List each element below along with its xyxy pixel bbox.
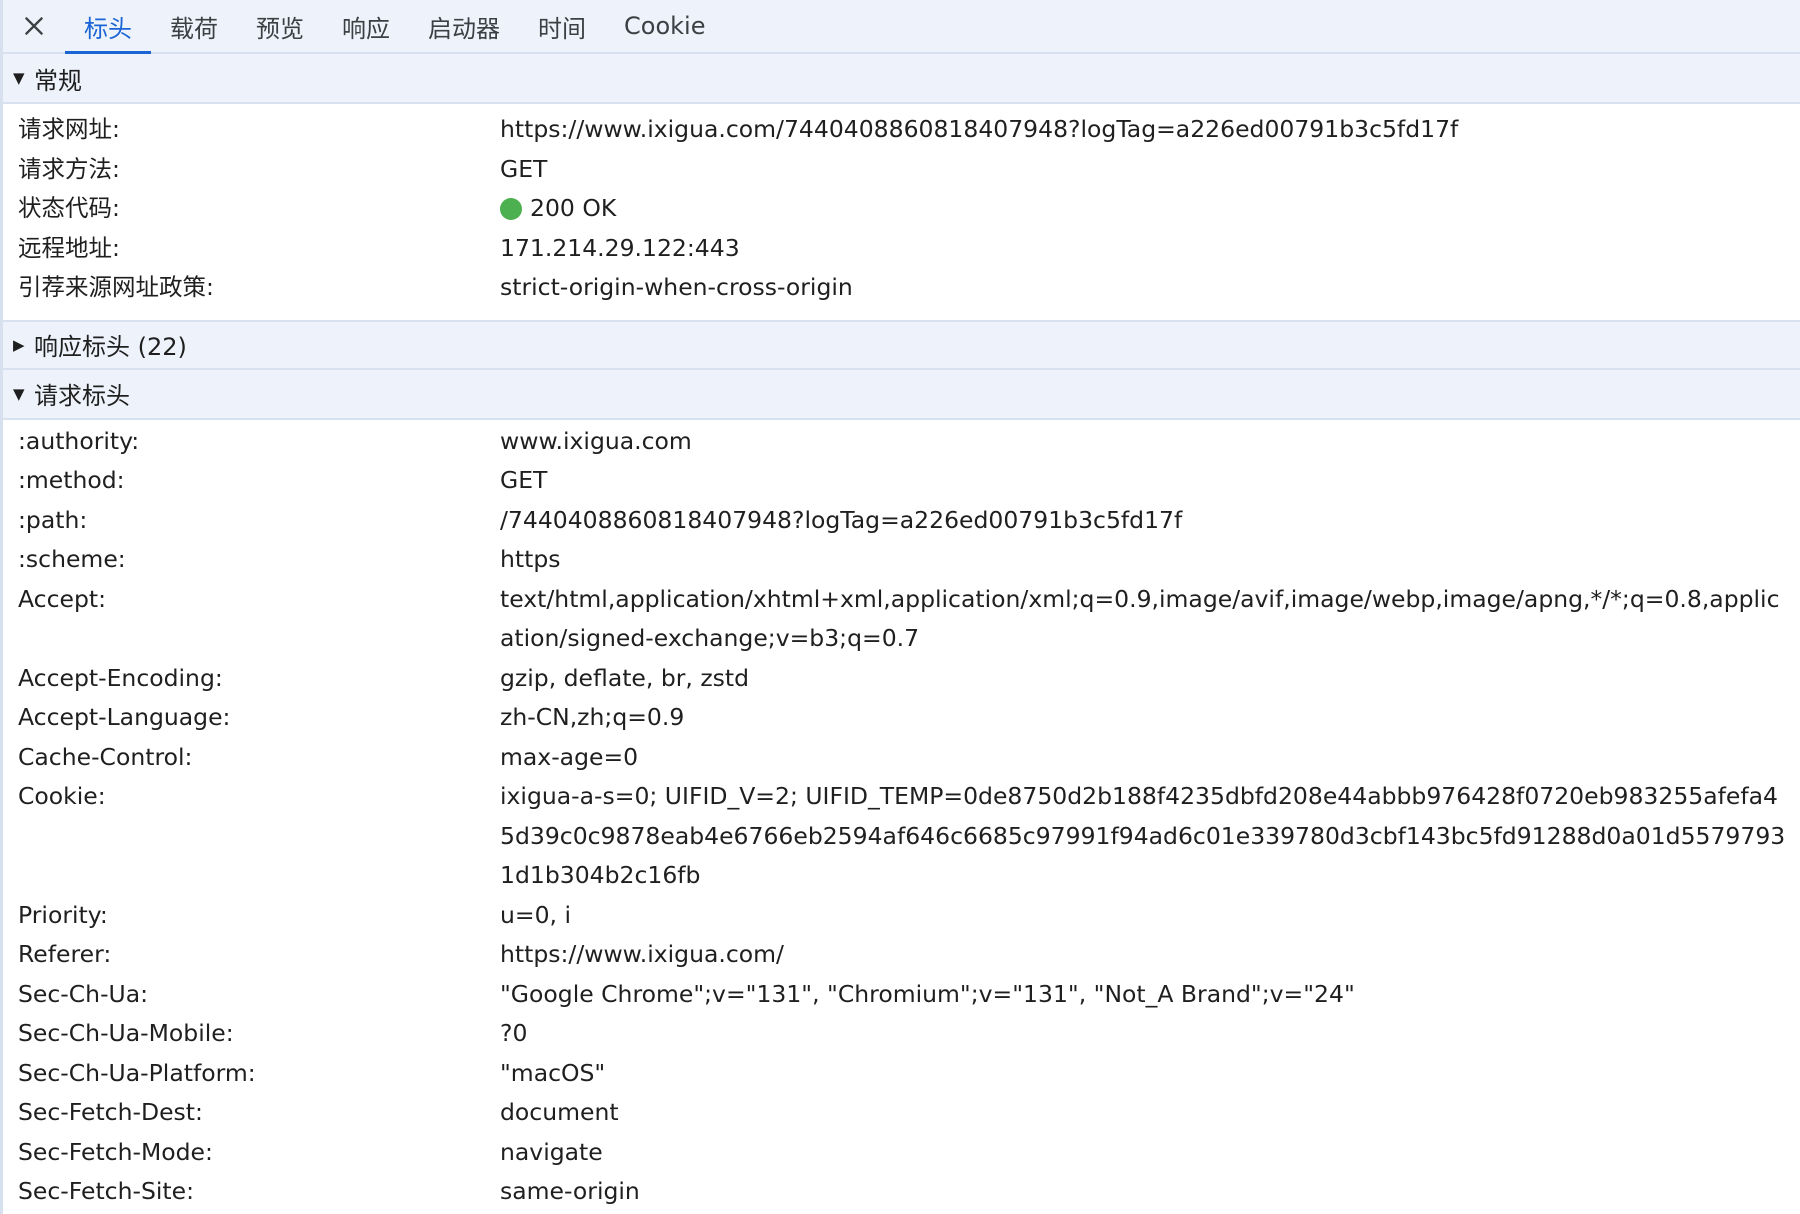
row-value: document (500, 1098, 619, 1126)
request-headers-body: :authority: www.ixigua.com :method: GET :p… (3, 420, 1800, 1214)
tab-response[interactable]: 响应 (323, 0, 409, 52)
tab-cookie[interactable]: Cookie (605, 0, 724, 52)
tab-initiator[interactable]: 启动器 (409, 0, 519, 52)
header-row: Cookie: ixigua-a-s=0; UIFID_V=2; UIFID_TE… (3, 777, 1800, 896)
header-row: Referer: https://www.ixigua.com/ (3, 935, 1800, 975)
header-row: Sec-Ch-Ua-Platform: "macOS" (3, 1054, 1800, 1094)
general-row-request-method: 请求方法: GET (3, 150, 1800, 190)
row-value: GET (500, 466, 548, 494)
row-value: https (500, 545, 561, 573)
row-key: 远程地址: (18, 233, 120, 262)
section-title: 请求标头 (34, 382, 130, 410)
row-value: same-origin (500, 1177, 640, 1205)
row-key: Sec-Ch-Ua-Mobile: (18, 1019, 234, 1047)
row-value: strict-origin-when-cross-origin (500, 273, 853, 301)
header-row: Cache-Control: max-age=0 (3, 738, 1800, 778)
section-title: 常规 (34, 66, 82, 95)
row-key: Accept-Language: (18, 703, 231, 731)
header-row: Accept-Encoding: gzip, deflate, br, zstd (3, 659, 1800, 699)
tab-timing[interactable]: 时间 (519, 0, 605, 52)
header-row: :scheme: https (3, 540, 1800, 580)
tab-headers[interactable]: 标头 (65, 0, 151, 54)
row-value: max-age=0 (500, 742, 639, 771)
section-header-response-headers[interactable]: ▶ 响应标头 (22) (3, 319, 1800, 370)
row-key: Cache-Control: (18, 742, 193, 771)
header-row: Priority: u=0, i (3, 896, 1800, 936)
status-ok-icon (500, 198, 522, 220)
row-value: zh-CN,zh;q=0.9 (500, 703, 685, 731)
general-row-request-url: 请求网址: https://www.ixigua.com/74404088608… (3, 110, 1800, 150)
row-key: Accept-Encoding: (18, 663, 223, 692)
close-button[interactable] (3, 0, 65, 52)
row-key: 请求网址: (18, 115, 120, 143)
row-key: :method: (18, 466, 125, 494)
expanded-triangle-icon: ▼ (13, 69, 25, 87)
row-value: ixigua-a-s=0; UIFID_V=2; UIFID_TEMP=0de8… (500, 782, 1786, 889)
row-value: "macOS" (500, 1058, 606, 1087)
row-key: 请求方法: (18, 154, 120, 183)
header-row: :path: /7440408860818407948?logTag=a226ed… (3, 501, 1800, 541)
row-key: Sec-Ch-Ua-Platform: (18, 1058, 256, 1087)
row-key: Accept: (18, 584, 107, 613)
close-icon (25, 17, 43, 35)
row-value: ?0 (500, 1019, 528, 1047)
row-key: Priority: (18, 900, 108, 929)
row-value: /7440408860818407948?logTag=a226ed00791b… (500, 505, 1183, 534)
header-row: Sec-Fetch-Dest: document (3, 1093, 1800, 1133)
row-value: navigate (500, 1137, 603, 1166)
tab-payload[interactable]: 载荷 (151, 0, 237, 52)
row-value: gzip, deflate, br, zstd (500, 663, 750, 692)
general-row-referrer-policy: 引荐来源网址政策: strict-origin-when-cross-origi… (3, 268, 1800, 308)
row-key: Sec-Fetch-Site: (18, 1177, 195, 1205)
devtools-network-headers-panel: 标头 载荷 预览 响应 启动器 时间 Cookie ▼ 常规 请求网址: htt… (0, 0, 1800, 1214)
header-row: Sec-Ch-Ua-Mobile: ?0 (3, 1014, 1800, 1054)
section-header-request-headers[interactable]: ▼ 请求标头 (3, 369, 1800, 420)
row-key: Sec-Ch-Ua: (18, 979, 149, 1008)
expanded-triangle-icon: ▼ (13, 384, 25, 403)
row-key: :path: (18, 505, 88, 534)
general-row-remote-address: 远程地址: 171.214.29.122:443 (3, 229, 1800, 269)
section-header-general[interactable]: ▼ 常规 (3, 54, 1800, 104)
row-value: 171.214.29.122:443 (500, 233, 740, 262)
row-value: www.ixigua.com (500, 426, 692, 455)
header-row: Accept: text/html,application/xhtml+xml,a… (3, 580, 1800, 659)
row-key: Sec-Fetch-Dest: (18, 1098, 203, 1126)
header-row: Sec-Ch-Ua: "Google Chrome";v="131", "Chro… (3, 975, 1800, 1015)
section-title: 响应标头 (22) (34, 333, 187, 361)
header-row: :method: GET (3, 461, 1800, 501)
row-key: Sec-Fetch-Mode: (18, 1137, 213, 1166)
header-row: Accept-Language: zh-CN,zh;q=0.9 (3, 698, 1800, 738)
collapsed-triangle-icon: ▶ (13, 335, 25, 354)
row-value: https://www.ixigua.com/ (500, 940, 784, 968)
row-key: Cookie: (18, 782, 106, 810)
row-key: 引荐来源网址政策: (18, 273, 214, 301)
header-row: :authority: www.ixigua.com (3, 422, 1800, 462)
row-key: Referer: (18, 940, 112, 968)
row-value: text/html,application/xhtml+xml,applicat… (500, 584, 1780, 653)
row-value: "Google Chrome";v="131", "Chromium";v="1… (500, 979, 1355, 1008)
general-section-body: 请求网址: https://www.ixigua.com/74404088608… (3, 104, 1800, 318)
header-row: Sec-Fetch-Mode: navigate (3, 1133, 1800, 1173)
row-value: GET (500, 154, 548, 183)
tab-preview[interactable]: 预览 (237, 0, 323, 52)
row-value: u=0, i (500, 900, 572, 929)
row-key: 状态代码: (18, 194, 120, 222)
status-text: 200 OK (530, 194, 617, 222)
row-key: :authority: (18, 426, 140, 455)
tab-bar: 标头 载荷 预览 响应 启动器 时间 Cookie (3, 0, 1800, 54)
row-value: https://www.ixigua.com/74404088608184079… (500, 115, 1459, 143)
header-row: Sec-Fetch-Site: same-origin (3, 1172, 1800, 1212)
row-key: :scheme: (18, 545, 126, 573)
general-row-status-code: 状态代码: 200 OK (3, 189, 1800, 229)
row-value: 200 OK (500, 189, 1800, 229)
